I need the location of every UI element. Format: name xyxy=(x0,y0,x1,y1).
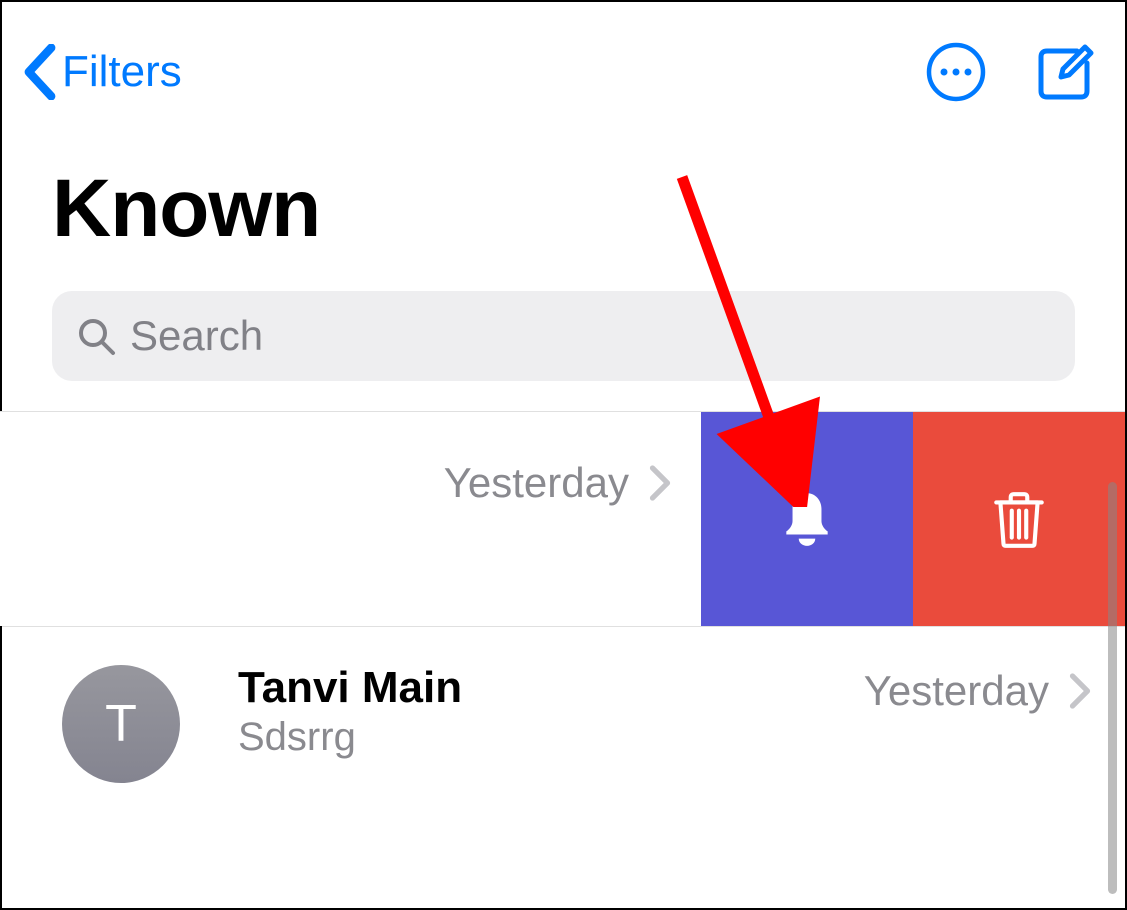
contact-name: Garg xyxy=(0,449,444,503)
row-name-group: Garg xyxy=(0,437,444,503)
row-meta: Yesterday xyxy=(444,459,701,507)
scroll-indicator xyxy=(1108,482,1117,894)
message-preview: Sdsrrg xyxy=(238,715,864,760)
bell-icon xyxy=(776,488,838,550)
conversation-row[interactable]: Garg Yesterday xyxy=(0,411,1125,626)
avatar: T xyxy=(62,665,180,783)
contact-name: Tanvi Main xyxy=(238,663,864,713)
conversation-list: Garg Yesterday xyxy=(2,411,1125,836)
navigation-header: Filters xyxy=(2,2,1125,132)
row-text-group: Tanvi Main Sdsrrg xyxy=(180,657,864,760)
more-button[interactable] xyxy=(925,41,987,103)
delete-action-button[interactable] xyxy=(913,412,1125,626)
back-label: Filters xyxy=(62,47,182,97)
row-time: Yesterday xyxy=(444,459,629,507)
search-placeholder: Search xyxy=(130,312,263,360)
header-actions xyxy=(925,41,1095,103)
search-input[interactable]: Search xyxy=(52,291,1075,381)
page-title: Known xyxy=(2,132,1125,276)
trash-icon xyxy=(988,488,1050,550)
more-icon xyxy=(925,41,987,103)
conversation-row[interactable]: T Tanvi Main Sdsrrg Yesterday xyxy=(2,626,1125,836)
back-button[interactable]: Filters xyxy=(22,44,182,100)
mute-action-button[interactable] xyxy=(701,412,913,626)
search-icon xyxy=(76,316,116,356)
avatar-initial: T xyxy=(105,694,137,754)
chevron-left-icon xyxy=(22,44,58,100)
chevron-right-icon xyxy=(1069,673,1091,709)
row-content: Garg Yesterday xyxy=(0,412,701,626)
row-time: Yesterday xyxy=(864,667,1049,715)
swipe-actions xyxy=(701,412,1125,626)
chevron-right-icon xyxy=(649,465,671,501)
row-meta: Yesterday xyxy=(864,657,1125,715)
compose-button[interactable] xyxy=(1037,43,1095,101)
compose-icon xyxy=(1037,43,1095,101)
